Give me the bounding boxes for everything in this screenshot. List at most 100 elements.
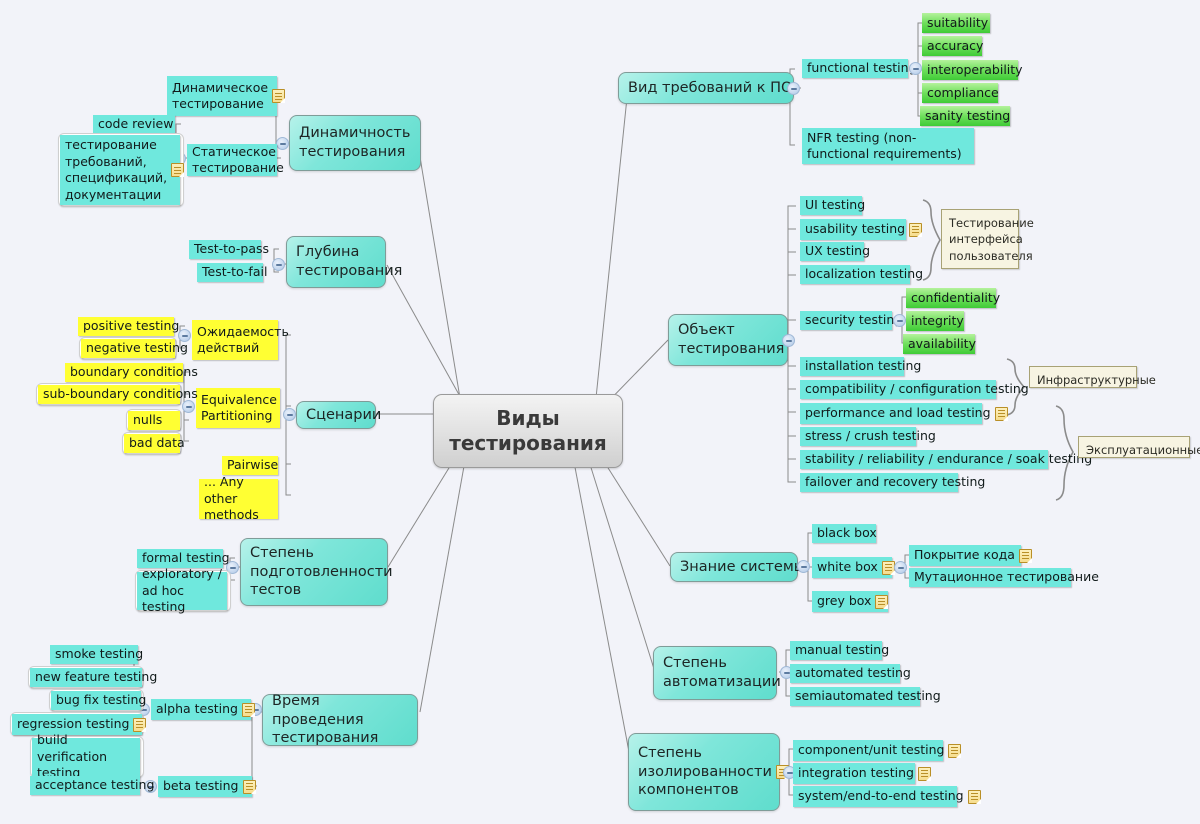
leaf-code-review[interactable]: code review: [93, 115, 175, 134]
leaf-performance-load-testing[interactable]: performance and load testing: [800, 403, 1008, 424]
leaf-nfr-testing[interactable]: NFR testing (non-functional requirements…: [802, 128, 974, 164]
leaf-label: new feature testing: [35, 669, 158, 685]
branch-knowledge[interactable]: Знание системы: [670, 552, 805, 582]
leaf-bad-data[interactable]: bad data: [124, 434, 185, 453]
leaf-build-verification-testing[interactable]: build verification testing: [32, 732, 140, 780]
leaf-black-box[interactable]: black box: [812, 524, 877, 543]
leaf-component-unit-testing[interactable]: component/unit testing: [793, 740, 962, 761]
note-icon[interactable]: [994, 406, 1008, 421]
note-icon[interactable]: [241, 702, 255, 717]
leaf-localization-testing[interactable]: localization testing: [800, 265, 923, 284]
leaf-label: Динамическое тестирование: [172, 79, 269, 112]
leaf-code-coverage[interactable]: Покрытие кода: [909, 545, 1032, 566]
leaf-label: Мутационное тестирование: [914, 569, 1099, 585]
leaf-stress-crush-testing[interactable]: stress / crush testing: [800, 427, 936, 446]
note-icon[interactable]: [917, 766, 931, 781]
leaf-boundary-conditions[interactable]: boundary conditions: [65, 363, 198, 382]
leaf-test-to-pass[interactable]: Test-to-pass: [189, 240, 269, 259]
leaf-availability[interactable]: availability: [903, 334, 976, 354]
leaf-nulls[interactable]: nulls: [128, 411, 180, 430]
branch-requirements[interactable]: Вид требований к ПО: [618, 72, 794, 104]
central-node[interactable]: Виды тестирования: [433, 394, 623, 468]
callout-infrastructure-group[interactable]: Инфраструктурные: [1029, 366, 1156, 388]
note-icon[interactable]: [967, 789, 981, 804]
leaf-sub-boundary-conditions[interactable]: sub-boundary conditions: [38, 385, 198, 404]
leaf-confidentiality[interactable]: confidentiality: [906, 288, 1000, 308]
leaf-ux-testing[interactable]: UX testing: [800, 242, 870, 261]
toggle-security-testing[interactable]: [893, 314, 906, 327]
leaf-mutation-testing[interactable]: Мутационное тестирование: [909, 568, 1099, 587]
leaf-static-testing[interactable]: Статическое тестирование: [187, 144, 284, 176]
note-icon[interactable]: [875, 594, 889, 609]
note-icon[interactable]: [272, 89, 286, 103]
note-icon[interactable]: [242, 779, 256, 794]
leaf-suitability[interactable]: suitability: [922, 13, 990, 33]
leaf-equivalence-partitioning[interactable]: Equivalence Partitioning: [196, 388, 280, 428]
leaf-sanity-testing[interactable]: sanity testing: [920, 106, 1010, 126]
leaf-dynamic-testing[interactable]: Динамическое тестирование: [167, 76, 286, 116]
leaf-beta-testing[interactable]: beta testing: [158, 776, 256, 797]
leaf-functional-testing[interactable]: functional testing: [802, 59, 917, 78]
toggle-depth[interactable]: [272, 258, 285, 271]
leaf-test-to-fail[interactable]: Test-to-fail: [197, 263, 267, 282]
callout-text: Тестирование интерфейса пользователя: [949, 216, 1034, 263]
toggle-scenarios[interactable]: [283, 408, 296, 421]
note-icon[interactable]: [1018, 548, 1032, 563]
branch-automation[interactable]: Степень автоматизации: [653, 646, 781, 700]
leaf-any-other-methods[interactable]: ... Any other methods: [199, 474, 278, 522]
leaf-formal-testing[interactable]: formal testing: [137, 549, 230, 568]
branch-dynamicity[interactable]: Динамичность тестирования: [289, 115, 421, 171]
branch-isolation[interactable]: Степень изолированности компонентов: [628, 733, 789, 811]
leaf-smoke-testing[interactable]: smoke testing: [50, 645, 143, 664]
callout-operational-group[interactable]: Эксплуатационные: [1078, 436, 1200, 458]
leaf-label: NFR testing (non-functional requirements…: [807, 129, 962, 162]
toggle-requirements[interactable]: [787, 82, 800, 95]
toggle-functional-testing[interactable]: [909, 62, 922, 75]
leaf-compatibility-configuration-testing[interactable]: compatibility / configuration testing: [800, 380, 1029, 399]
toggle-object[interactable]: [782, 334, 795, 347]
leaf-label: Test-to-pass: [194, 241, 270, 257]
leaf-exploratory-adhoc-testing[interactable]: exploratory / ad hoc testing: [137, 566, 227, 614]
branch-object[interactable]: Объект тестирования: [668, 314, 788, 366]
leaf-failover-recovery-testing[interactable]: failover and recovery testing: [800, 473, 985, 492]
leaf-pairwise[interactable]: Pairwise: [222, 456, 278, 475]
leaf-positive-testing[interactable]: positive testing: [78, 317, 179, 336]
leaf-grey-box[interactable]: grey box: [812, 591, 889, 612]
leaf-automated-testing[interactable]: automated testing: [790, 664, 911, 683]
branch-timing[interactable]: Время проведения тестирования: [262, 693, 418, 746]
leaf-compliance[interactable]: compliance: [922, 83, 999, 103]
leaf-accuracy[interactable]: accuracy: [922, 36, 983, 56]
leaf-integrity[interactable]: integrity: [906, 311, 964, 331]
toggle-white-box[interactable]: [894, 561, 907, 574]
note-icon[interactable]: [171, 163, 185, 177]
leaf-white-box[interactable]: white box: [812, 557, 895, 578]
leaf-manual-testing[interactable]: manual testing: [790, 641, 889, 660]
leaf-interoperability[interactable]: interoperability: [922, 60, 1023, 80]
leaf-system-end-to-end-testing[interactable]: system/end-to-end testing: [793, 786, 981, 807]
leaf-bug-fix-testing[interactable]: bug fix testing: [51, 691, 146, 710]
note-icon[interactable]: [909, 222, 923, 237]
leaf-alpha-testing[interactable]: alpha testing: [151, 699, 255, 720]
leaf-label: code review: [98, 116, 174, 132]
leaf-expectation-of-actions[interactable]: Ожидаемость действий: [192, 320, 289, 360]
note-icon[interactable]: [948, 743, 962, 758]
branch-depth[interactable]: Глубина тестирования: [286, 236, 402, 288]
leaf-new-feature-testing[interactable]: new feature testing: [30, 668, 157, 687]
note-icon[interactable]: [133, 717, 147, 732]
toggle-knowledge[interactable]: [797, 560, 810, 573]
leaf-security-testing[interactable]: security testing: [800, 311, 902, 330]
leaf-integration-testing[interactable]: integration testing: [793, 763, 931, 784]
leaf-usability-testing[interactable]: usability testing: [800, 219, 923, 240]
leaf-negative-testing[interactable]: negative testing: [81, 339, 188, 358]
branch-readiness[interactable]: Степень подготовленности тестов: [240, 538, 393, 606]
leaf-requirements-docs-testing[interactable]: тестирование требований, спецификаций, д…: [60, 135, 185, 205]
leaf-label: ... Any other methods: [204, 474, 259, 523]
note-icon[interactable]: [881, 560, 895, 575]
leaf-semiautomated-testing[interactable]: semiautomated testing: [790, 687, 941, 706]
leaf-acceptance-testing[interactable]: acceptance testing: [30, 776, 154, 795]
leaf-stability-reliability-testing[interactable]: stability / reliability / endurance / so…: [800, 450, 1092, 469]
branch-scenarios[interactable]: Сценарии: [296, 401, 381, 429]
leaf-installation-testing[interactable]: installation testing: [800, 357, 921, 376]
callout-ui-testing-group[interactable]: Тестирование интерфейса пользователя: [941, 209, 1034, 269]
leaf-ui-testing[interactable]: UI testing: [800, 196, 865, 215]
